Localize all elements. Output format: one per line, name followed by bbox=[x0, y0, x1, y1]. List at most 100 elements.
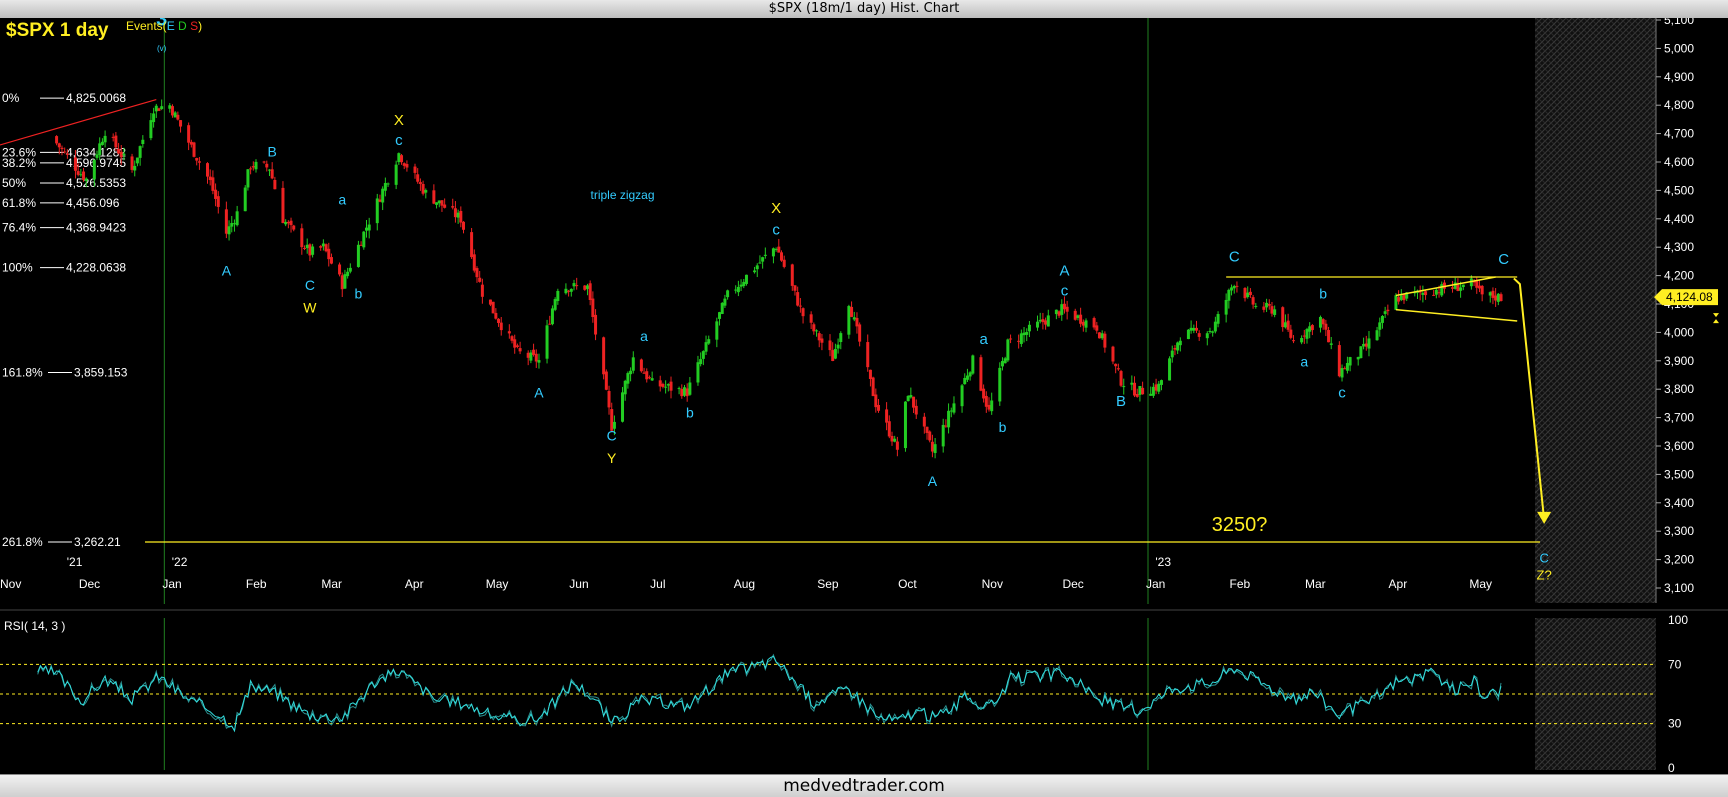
candle-body bbox=[1434, 289, 1438, 295]
candle-body bbox=[912, 396, 916, 408]
candle-body bbox=[1197, 333, 1201, 337]
price-tick-label: 4,000 bbox=[1664, 325, 1694, 339]
candle-body bbox=[472, 254, 476, 271]
candle-body bbox=[1122, 386, 1126, 388]
wave-label: A bbox=[534, 385, 544, 401]
candle-body bbox=[567, 290, 571, 292]
candle-body bbox=[1044, 320, 1048, 325]
wave-label: c bbox=[772, 221, 780, 238]
rsi-tick-label: 100 bbox=[1668, 613, 1688, 627]
price-tick-label: 3,100 bbox=[1664, 581, 1694, 595]
candle-body bbox=[906, 395, 910, 402]
candle-body bbox=[1100, 333, 1104, 339]
candle-body bbox=[1345, 362, 1349, 371]
candle-body bbox=[893, 438, 897, 442]
candle-body bbox=[1451, 287, 1455, 289]
fib-value-label: 4,456.096 bbox=[66, 196, 120, 210]
candle-body bbox=[348, 267, 352, 272]
candle-body bbox=[817, 333, 821, 341]
candle-body bbox=[340, 275, 344, 290]
candle-body bbox=[1324, 323, 1328, 330]
candle-body bbox=[1394, 295, 1398, 310]
candle-body bbox=[176, 114, 180, 120]
candle-body bbox=[227, 226, 231, 235]
candle-body bbox=[887, 421, 891, 437]
candle-body bbox=[359, 244, 363, 246]
candle-body bbox=[971, 355, 975, 374]
candle-body bbox=[796, 292, 800, 306]
candle-body bbox=[621, 392, 625, 422]
wave-label: b bbox=[999, 419, 1007, 435]
candle-body bbox=[1329, 343, 1333, 345]
candle-body bbox=[1095, 325, 1099, 331]
candle-body bbox=[629, 370, 633, 375]
fib-pct-label: 76.4% bbox=[2, 221, 36, 235]
price-tick-label: 4,300 bbox=[1664, 240, 1694, 254]
candle-body bbox=[604, 371, 608, 390]
candle-body bbox=[60, 147, 64, 150]
candle-body bbox=[189, 141, 193, 145]
candle-body bbox=[903, 401, 907, 449]
candle-body bbox=[1097, 332, 1101, 339]
candle-body bbox=[92, 160, 96, 180]
candle-body bbox=[1251, 297, 1255, 305]
candle-body bbox=[1300, 337, 1304, 343]
candle-body bbox=[82, 171, 86, 180]
candle-body bbox=[513, 339, 517, 348]
candle-body bbox=[154, 105, 158, 112]
wave-label: a bbox=[338, 192, 346, 208]
candle-body bbox=[895, 441, 899, 450]
candle-body bbox=[1027, 324, 1031, 332]
candle-body bbox=[585, 285, 589, 289]
candle-body bbox=[726, 290, 730, 298]
candle-body bbox=[607, 391, 611, 408]
price-tick-label: 3,400 bbox=[1664, 496, 1694, 510]
candle-body bbox=[647, 377, 651, 379]
candle-body bbox=[947, 410, 951, 428]
candle-body bbox=[1359, 346, 1363, 359]
candle-body bbox=[1364, 343, 1368, 347]
candle-body bbox=[386, 183, 390, 185]
candle-body bbox=[1211, 331, 1215, 333]
candle-body bbox=[661, 384, 665, 387]
candle-body bbox=[1216, 314, 1220, 324]
rsi-tick-label: 70 bbox=[1668, 657, 1682, 671]
candle-body bbox=[591, 298, 595, 318]
candle-body bbox=[494, 312, 498, 319]
candle-body bbox=[249, 168, 253, 170]
candle-body bbox=[224, 209, 228, 234]
candle-body bbox=[833, 348, 837, 359]
fib-value-label: 4,825.0068 bbox=[66, 91, 126, 105]
candle-body bbox=[157, 108, 161, 111]
candle-body bbox=[755, 265, 759, 270]
candle-body bbox=[1281, 307, 1285, 328]
candle-body bbox=[497, 318, 501, 323]
events-s: S bbox=[190, 19, 198, 33]
candle-body bbox=[1305, 329, 1309, 339]
candle-body bbox=[480, 284, 484, 297]
candle-body bbox=[98, 143, 102, 155]
candle-body bbox=[990, 400, 994, 412]
candle-body bbox=[707, 339, 711, 344]
candle-body bbox=[1286, 320, 1290, 330]
candle-body bbox=[208, 176, 212, 181]
candle-body bbox=[736, 286, 740, 293]
candle-body bbox=[251, 166, 255, 168]
candle-body bbox=[831, 350, 835, 362]
candle-body bbox=[1375, 330, 1379, 341]
candle-body bbox=[526, 352, 530, 358]
candle-body bbox=[1267, 304, 1271, 306]
candle-body bbox=[933, 444, 937, 454]
candle-body bbox=[416, 174, 420, 182]
candle-body bbox=[866, 342, 870, 368]
candle-body bbox=[537, 360, 541, 363]
fib-pct-label: 61.8% bbox=[2, 196, 36, 210]
month-tick-label: Aug bbox=[734, 577, 755, 591]
price-chart[interactable]: 0% 4,825.006823.6% 4,634.128238.2% 4,596.97… bbox=[0, 18, 1728, 774]
candle-body bbox=[1054, 309, 1058, 315]
candle-body bbox=[451, 206, 455, 208]
price-tick-label: 5,100 bbox=[1664, 18, 1694, 27]
candle-body bbox=[623, 380, 627, 395]
candle-body bbox=[1480, 285, 1484, 295]
month-tick-label: Dec bbox=[1062, 577, 1083, 591]
